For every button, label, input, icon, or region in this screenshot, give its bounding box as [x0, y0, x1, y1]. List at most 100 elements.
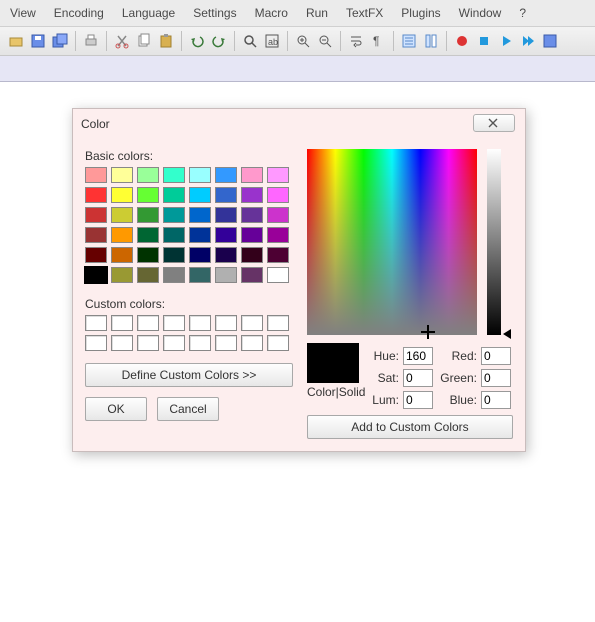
- luminance-slider[interactable]: [487, 149, 501, 335]
- basic-color-swatch[interactable]: [267, 227, 289, 243]
- saveall-icon[interactable]: [50, 31, 70, 51]
- funclist-icon[interactable]: [399, 31, 419, 51]
- ok-button[interactable]: OK: [85, 397, 147, 421]
- basic-color-swatch[interactable]: [215, 247, 237, 263]
- basic-color-swatch[interactable]: [267, 247, 289, 263]
- stop-icon[interactable]: [474, 31, 494, 51]
- custom-color-swatch[interactable]: [85, 315, 107, 331]
- find-icon[interactable]: [240, 31, 260, 51]
- basic-color-swatch[interactable]: [111, 227, 133, 243]
- menu-language[interactable]: Language: [122, 6, 175, 20]
- basic-color-swatch[interactable]: [189, 167, 211, 183]
- hue-input[interactable]: [403, 347, 433, 365]
- basic-color-swatch[interactable]: [241, 247, 263, 263]
- basic-color-swatch[interactable]: [215, 267, 237, 283]
- redo-icon[interactable]: [209, 31, 229, 51]
- color-gradient[interactable]: [307, 149, 477, 335]
- save-icon[interactable]: [28, 31, 48, 51]
- basic-color-swatch[interactable]: [111, 247, 133, 263]
- basic-color-swatch[interactable]: [137, 187, 159, 203]
- basic-color-swatch[interactable]: [189, 247, 211, 263]
- basic-color-swatch[interactable]: [163, 167, 185, 183]
- basic-color-swatch[interactable]: [137, 207, 159, 223]
- menu-window[interactable]: Window: [459, 6, 502, 20]
- basic-color-swatch[interactable]: [137, 167, 159, 183]
- basic-color-swatch[interactable]: [241, 207, 263, 223]
- cut-icon[interactable]: [112, 31, 132, 51]
- wordwrap-icon[interactable]: [346, 31, 366, 51]
- savemacro-icon[interactable]: [540, 31, 560, 51]
- basic-color-swatch[interactable]: [111, 207, 133, 223]
- basic-color-swatch[interactable]: [189, 187, 211, 203]
- menu-view[interactable]: View: [10, 6, 36, 20]
- basic-color-swatch[interactable]: [85, 247, 107, 263]
- custom-color-swatch[interactable]: [163, 315, 185, 331]
- basic-color-swatch[interactable]: [267, 207, 289, 223]
- custom-color-swatch[interactable]: [85, 335, 107, 351]
- menu-run[interactable]: Run: [306, 6, 328, 20]
- menu-help[interactable]: ?: [519, 6, 526, 20]
- basic-color-swatch[interactable]: [189, 207, 211, 223]
- playmulti-icon[interactable]: [518, 31, 538, 51]
- custom-color-swatch[interactable]: [189, 315, 211, 331]
- custom-color-swatch[interactable]: [215, 335, 237, 351]
- sat-input[interactable]: [403, 369, 433, 387]
- paste-icon[interactable]: [156, 31, 176, 51]
- basic-color-swatch[interactable]: [215, 207, 237, 223]
- zoomin-icon[interactable]: [293, 31, 313, 51]
- play-icon[interactable]: [496, 31, 516, 51]
- custom-color-swatch[interactable]: [189, 335, 211, 351]
- custom-color-swatch[interactable]: [241, 335, 263, 351]
- basic-color-swatch[interactable]: [163, 247, 185, 263]
- basic-color-swatch[interactable]: [215, 187, 237, 203]
- basic-color-swatch[interactable]: [215, 227, 237, 243]
- menu-encoding[interactable]: Encoding: [54, 6, 104, 20]
- basic-color-swatch[interactable]: [111, 167, 133, 183]
- docmap-icon[interactable]: [421, 31, 441, 51]
- replace-icon[interactable]: ab: [262, 31, 282, 51]
- basic-color-swatch[interactable]: [267, 267, 289, 283]
- menu-macro[interactable]: Macro: [255, 6, 288, 20]
- basic-color-swatch[interactable]: [137, 247, 159, 263]
- lum-input[interactable]: [403, 391, 433, 409]
- basic-color-swatch[interactable]: [111, 267, 133, 283]
- basic-color-swatch[interactable]: [241, 267, 263, 283]
- red-input[interactable]: [481, 347, 511, 365]
- custom-color-swatch[interactable]: [111, 335, 133, 351]
- basic-color-swatch[interactable]: [85, 227, 107, 243]
- menu-textfx[interactable]: TextFX: [346, 6, 383, 20]
- showall-icon[interactable]: ¶: [368, 31, 388, 51]
- custom-color-swatch[interactable]: [137, 335, 159, 351]
- basic-color-swatch[interactable]: [85, 167, 107, 183]
- basic-color-swatch[interactable]: [241, 227, 263, 243]
- close-button[interactable]: [473, 114, 515, 132]
- custom-color-swatch[interactable]: [215, 315, 237, 331]
- basic-color-swatch[interactable]: [85, 187, 107, 203]
- cancel-button[interactable]: Cancel: [157, 397, 219, 421]
- blue-input[interactable]: [481, 391, 511, 409]
- basic-color-swatch[interactable]: [215, 167, 237, 183]
- basic-color-swatch[interactable]: [137, 267, 159, 283]
- basic-color-swatch[interactable]: [111, 187, 133, 203]
- basic-color-swatch[interactable]: [163, 207, 185, 223]
- zoomout-icon[interactable]: [315, 31, 335, 51]
- basic-color-swatch[interactable]: [85, 267, 107, 283]
- record-icon[interactable]: [452, 31, 472, 51]
- copy-icon[interactable]: [134, 31, 154, 51]
- basic-color-swatch[interactable]: [85, 207, 107, 223]
- custom-color-swatch[interactable]: [111, 315, 133, 331]
- menu-plugins[interactable]: Plugins: [401, 6, 440, 20]
- basic-color-swatch[interactable]: [241, 187, 263, 203]
- open-icon[interactable]: [6, 31, 26, 51]
- basic-color-swatch[interactable]: [267, 167, 289, 183]
- add-to-custom-colors-button[interactable]: Add to Custom Colors: [307, 415, 513, 439]
- custom-color-swatch[interactable]: [137, 315, 159, 331]
- undo-icon[interactable]: [187, 31, 207, 51]
- custom-color-swatch[interactable]: [163, 335, 185, 351]
- custom-color-swatch[interactable]: [267, 335, 289, 351]
- basic-color-swatch[interactable]: [163, 267, 185, 283]
- custom-color-swatch[interactable]: [267, 315, 289, 331]
- basic-color-swatch[interactable]: [189, 227, 211, 243]
- basic-color-swatch[interactable]: [163, 227, 185, 243]
- basic-color-swatch[interactable]: [137, 227, 159, 243]
